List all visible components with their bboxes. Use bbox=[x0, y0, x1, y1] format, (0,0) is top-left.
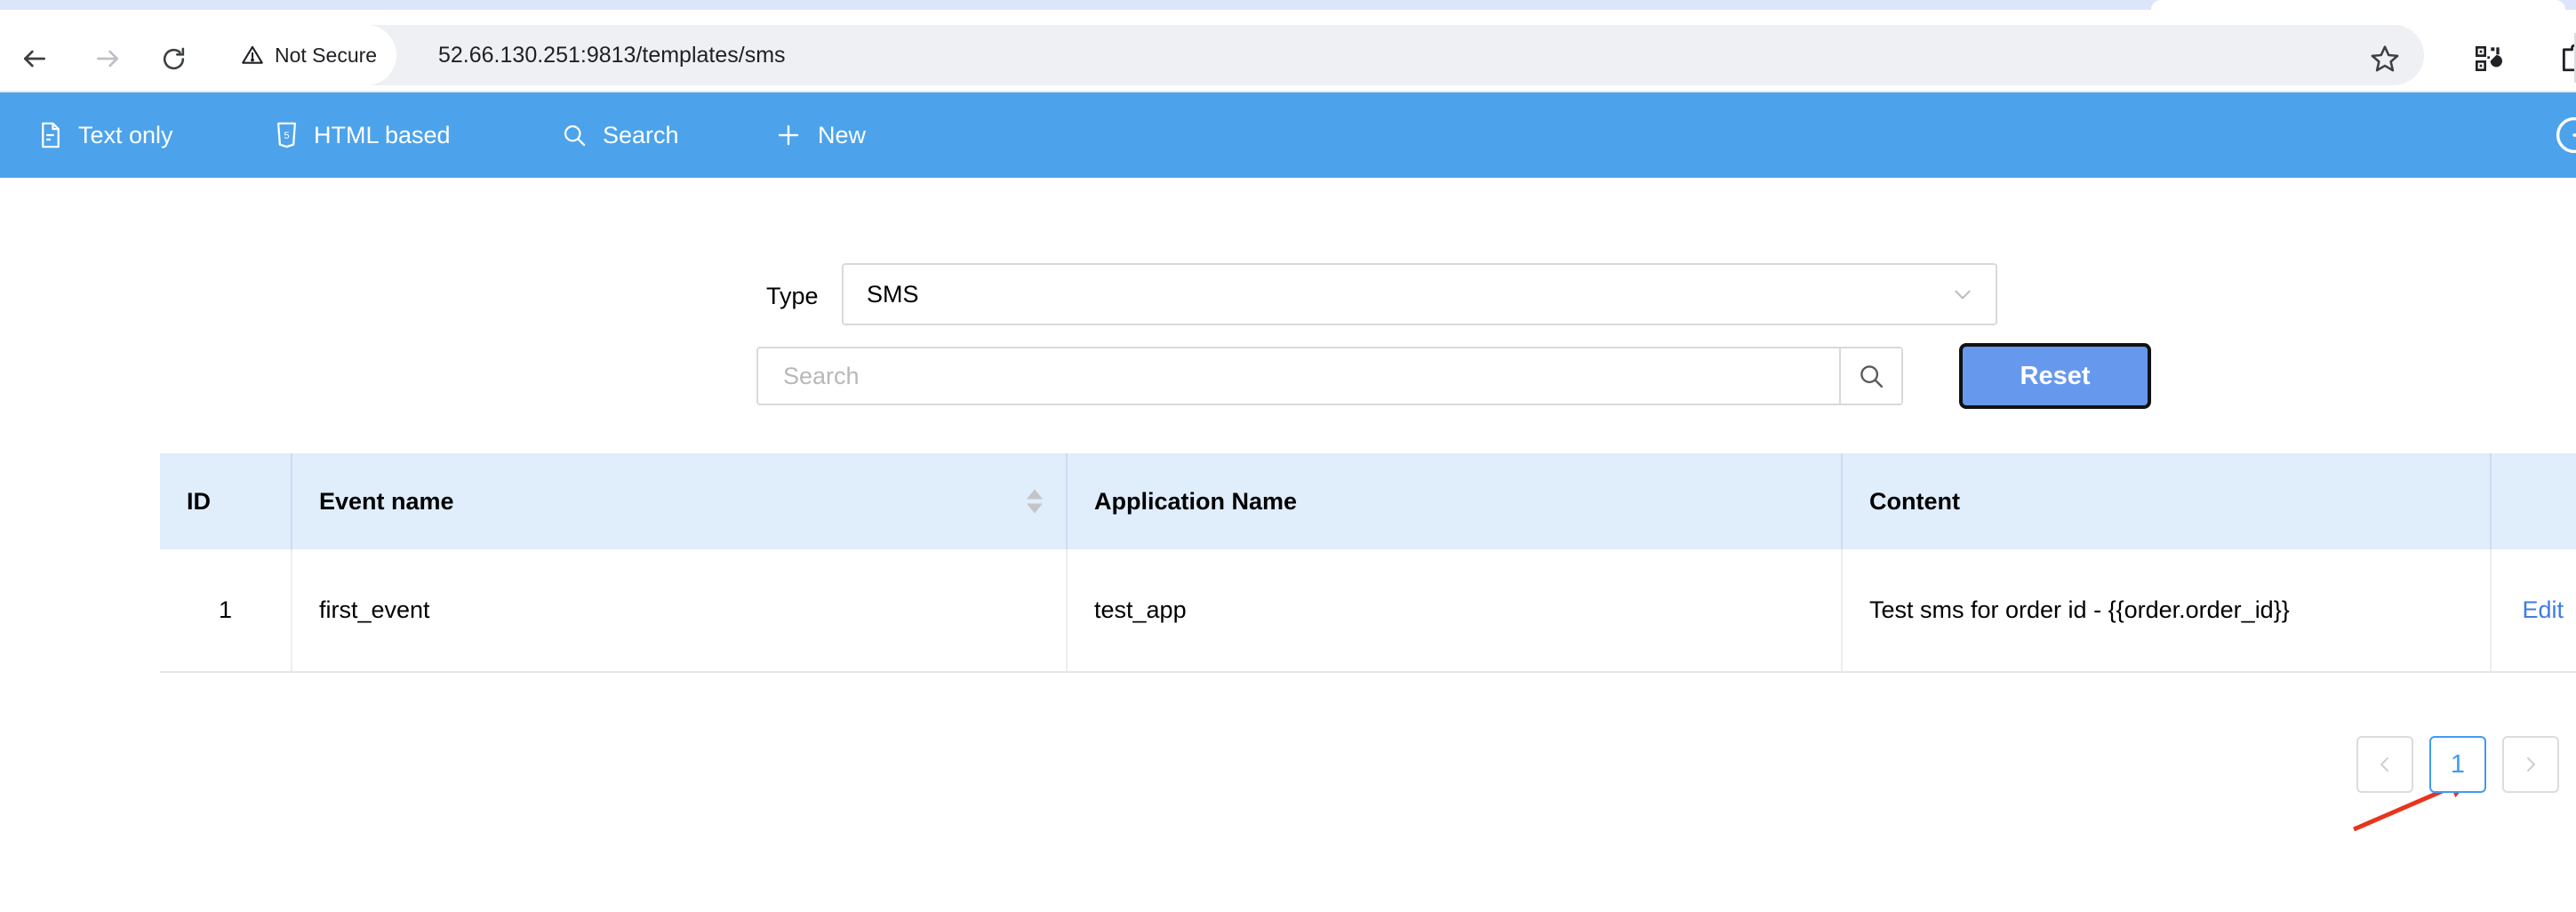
search-input[interactable] bbox=[758, 348, 1839, 404]
cell-content: Test sms for order id - {{order.order_id… bbox=[1842, 549, 2492, 673]
back-button[interactable] bbox=[11, 35, 59, 83]
navbar-item-new[interactable]: New bbox=[775, 92, 866, 178]
pagination-prev-button[interactable] bbox=[2356, 736, 2413, 793]
edit-link[interactable]: Edit bbox=[2522, 596, 2564, 623]
chevron-down-icon bbox=[1955, 290, 1971, 300]
search-icon bbox=[564, 124, 586, 147]
column-header-application-name[interactable]: Application Name bbox=[1067, 453, 1843, 549]
navbar-item-label: Text only bbox=[78, 121, 173, 148]
caret-up-icon bbox=[1027, 489, 1043, 500]
cell-actions: Edit bbox=[2491, 549, 2576, 673]
forward-arrow-icon bbox=[97, 50, 118, 68]
reload-icon bbox=[163, 47, 184, 69]
cell-application-name: test_app bbox=[1067, 549, 1843, 673]
reset-button[interactable]: Reset bbox=[1959, 343, 2151, 409]
navbar-item-label: HTML based bbox=[314, 121, 451, 148]
column-header-actions bbox=[2491, 453, 2576, 549]
navbar-item-label: Search bbox=[603, 121, 679, 148]
plus-icon bbox=[778, 124, 799, 146]
logout-button[interactable] bbox=[2553, 114, 2576, 156]
pagination-next-button[interactable] bbox=[2502, 736, 2559, 793]
puzzle-piece-icon bbox=[2562, 44, 2576, 72]
navbar-item-search[interactable]: Search bbox=[562, 92, 679, 178]
navbar-item-text-only[interactable]: Text only bbox=[39, 92, 173, 178]
html5-icon: 5 bbox=[277, 122, 296, 148]
browser-active-tab[interactable] bbox=[2151, 0, 2565, 10]
address-bar[interactable]: Not Secure 52.66.130.251:9813/templates/… bbox=[218, 25, 2424, 85]
type-select[interactable]: SMS bbox=[842, 263, 1997, 325]
chevron-right-icon bbox=[2527, 757, 2535, 772]
browser-toolbar: Not Secure 52.66.130.251:9813/templates/… bbox=[0, 10, 2576, 92]
table-body: 1 first_event test_app Test sms for orde… bbox=[160, 549, 2576, 673]
chevron-left-icon bbox=[2380, 757, 2388, 772]
table-row: 1 first_event test_app Test sms for orde… bbox=[160, 549, 2576, 673]
column-header-event-name[interactable]: Event name bbox=[292, 453, 1068, 549]
warning-triangle-icon bbox=[242, 45, 263, 64]
page-body: Type SMS Reset ID Event name bbox=[0, 178, 2576, 912]
table-head: ID Event name Application Name Content bbox=[160, 453, 2576, 549]
navbar-item-html-based[interactable]: 5 HTML based bbox=[276, 92, 451, 178]
sort-toggle-icon[interactable] bbox=[1027, 489, 1043, 514]
pagination: 1 bbox=[0, 736, 2576, 798]
extensions-button[interactable] bbox=[2551, 36, 2576, 81]
cell-id: 1 bbox=[160, 549, 292, 673]
search-input-wrapper bbox=[756, 347, 1903, 405]
filter-row: Type SMS bbox=[0, 263, 2576, 329]
caret-down-icon bbox=[1027, 503, 1043, 514]
qr-code-icon bbox=[2476, 46, 2502, 71]
star-icon bbox=[2371, 45, 2399, 72]
app-navbar: Text only 5 HTML based Search New bbox=[0, 92, 2576, 178]
tab-strip-edge bbox=[2565, 0, 2576, 10]
pagination-page-1-button[interactable]: 1 bbox=[2429, 736, 2486, 793]
column-header-event-name-label: Event name bbox=[319, 487, 454, 515]
templates-table: ID Event name Application Name Content 1… bbox=[160, 453, 2576, 673]
logout-circle-icon bbox=[2556, 116, 2576, 154]
security-status-label: Not Secure bbox=[275, 43, 378, 67]
search-row: Reset bbox=[0, 343, 2576, 414]
browser-tab-strip bbox=[0, 0, 2576, 10]
table-header-row: ID Event name Application Name Content bbox=[160, 453, 2576, 549]
search-icon bbox=[1860, 365, 1884, 388]
url-text: 52.66.130.251:9813/templates/sms bbox=[438, 42, 786, 68]
browser-chrome: Not Secure 52.66.130.251:9813/templates/… bbox=[0, 0, 2576, 92]
type-label: Type bbox=[766, 282, 819, 309]
security-status-chip[interactable]: Not Secure bbox=[218, 25, 397, 85]
column-header-id[interactable]: ID bbox=[160, 453, 292, 549]
column-header-content[interactable]: Content bbox=[1842, 453, 2492, 549]
forward-button[interactable] bbox=[84, 35, 132, 83]
qr-code-button[interactable] bbox=[2466, 36, 2510, 81]
navbar-item-label: New bbox=[818, 121, 867, 148]
cell-event-name: first_event bbox=[292, 549, 1068, 673]
document-icon bbox=[42, 122, 60, 148]
back-arrow-icon bbox=[24, 50, 45, 68]
svg-text:5: 5 bbox=[284, 131, 289, 141]
type-select-value: SMS bbox=[867, 280, 919, 308]
search-submit-button[interactable] bbox=[1839, 348, 1901, 404]
bookmark-button[interactable] bbox=[2363, 36, 2407, 81]
reload-button[interactable] bbox=[149, 35, 197, 83]
